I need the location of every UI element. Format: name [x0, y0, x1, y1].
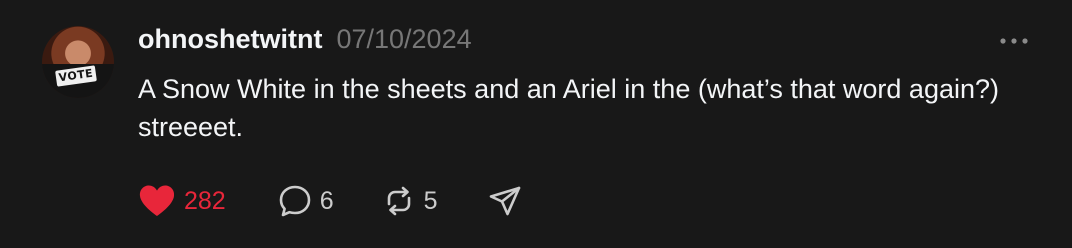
- post-date[interactable]: 07/10/2024: [336, 24, 471, 55]
- repost-count: 5: [423, 186, 438, 215]
- like-count: 282: [184, 186, 226, 215]
- paper-plane-icon: [489, 186, 520, 216]
- repost-arrows-icon: [387, 186, 410, 216]
- like-button[interactable]: 282: [138, 184, 226, 218]
- avatar[interactable]: VOTE: [42, 26, 114, 98]
- username[interactable]: ohnoshetwitnt: [138, 24, 322, 55]
- share-button[interactable]: [488, 184, 522, 218]
- more-dots-icon[interactable]: [998, 34, 1030, 48]
- heart-filled-icon: [139, 185, 175, 216]
- post-header: ohnoshetwitnt 07/10/2024: [138, 24, 472, 58]
- post-text: A Snow White in the sheets and an Ariel …: [138, 74, 1000, 142]
- repost-button[interactable]: 5: [382, 184, 438, 218]
- reply-count: 6: [319, 186, 334, 215]
- speech-bubble-icon: [279, 185, 311, 217]
- post-card: VOTE ohnoshetwitnt 07/10/2024 A Snow Whi…: [0, 0, 1072, 248]
- action-bar: 282 6 5: [138, 176, 522, 226]
- reply-button[interactable]: 6: [278, 184, 334, 218]
